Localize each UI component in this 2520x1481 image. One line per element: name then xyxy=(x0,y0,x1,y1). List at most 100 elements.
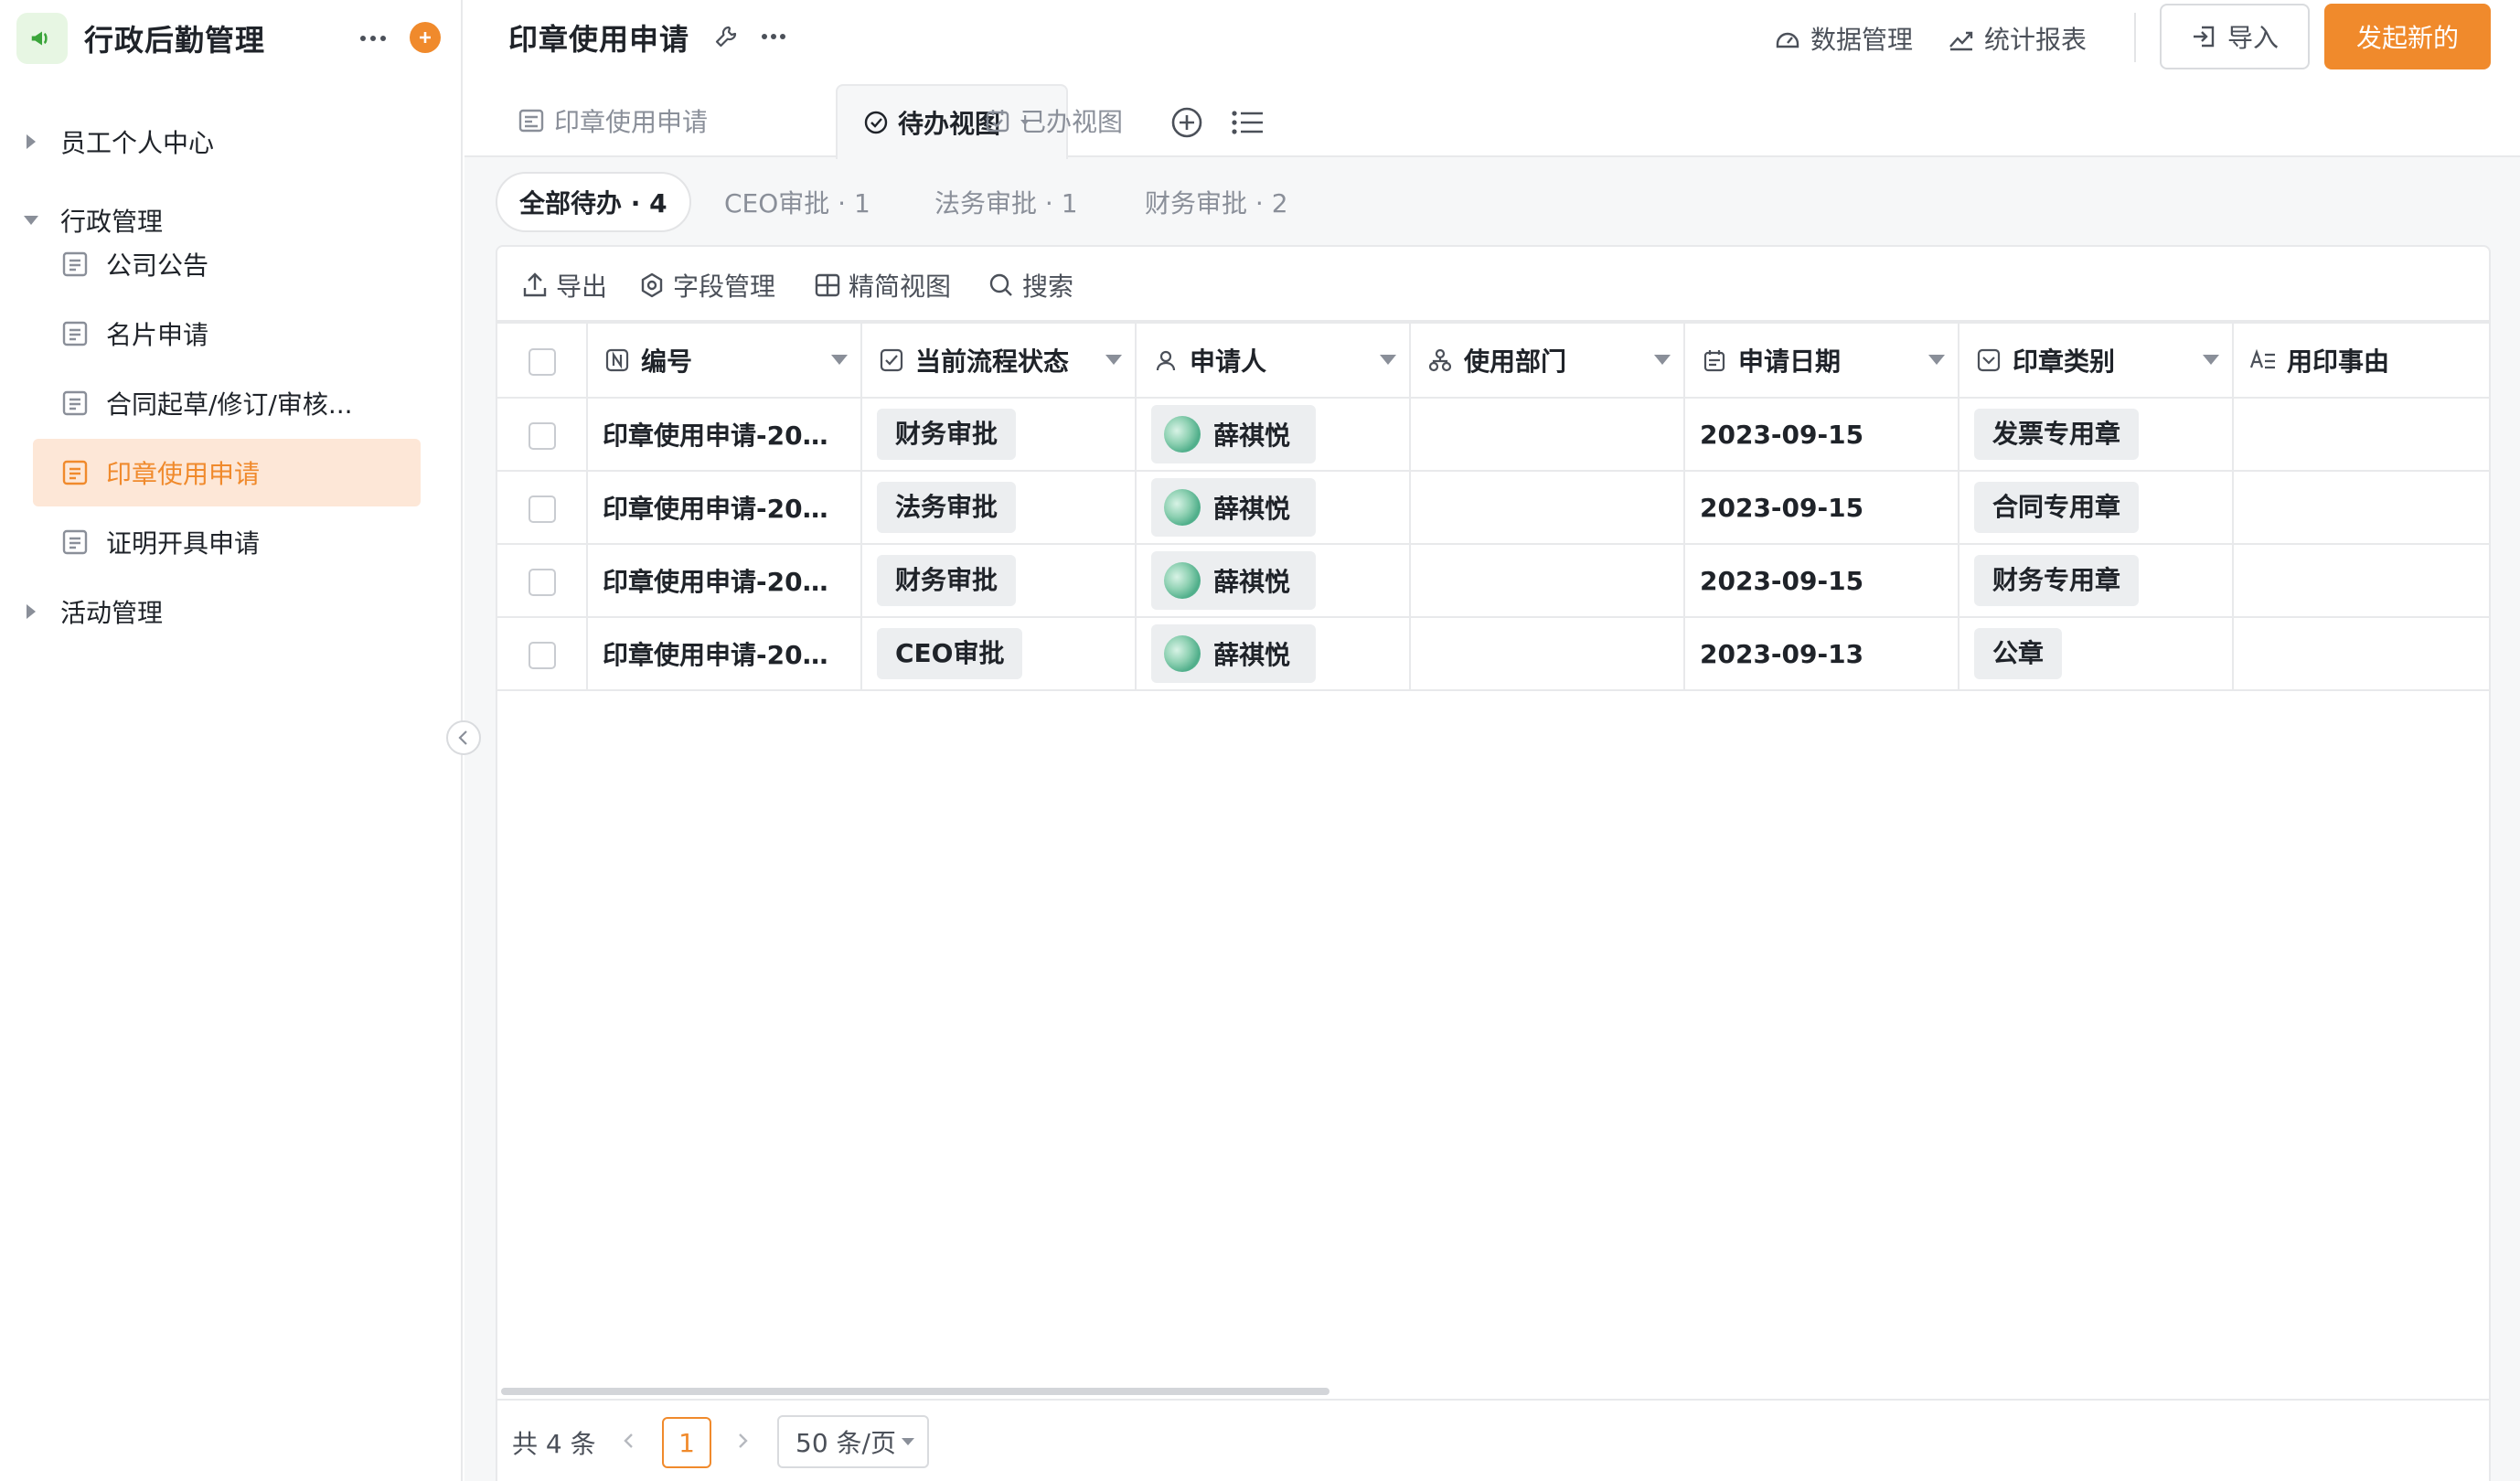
tab-label: 印章使用申请 xyxy=(554,107,709,137)
avatar xyxy=(1164,489,1201,526)
table-row[interactable]: 印章使用申请-202... 财务审批 薛祺悦 2023-09-15 发票专用章 xyxy=(497,398,2489,472)
cell-date[interactable]: 2023-09-13 xyxy=(1684,617,1959,691)
more-icon[interactable] xyxy=(755,18,792,55)
next-page-icon[interactable] xyxy=(728,1426,757,1455)
text-icon xyxy=(2248,346,2278,375)
sidebar-item-contract[interactable]: 合同起草/修订/审核... xyxy=(33,369,421,437)
tab-form-view[interactable]: 印章使用申请 xyxy=(518,84,708,157)
check-circle-icon xyxy=(864,111,888,134)
view-list-icon[interactable] xyxy=(1227,102,1267,143)
cell-date[interactable]: 2023-09-15 xyxy=(1684,398,1959,472)
sidebar-item-seal-request[interactable]: 印章使用申请 xyxy=(33,439,421,506)
cell-date[interactable]: 2023-09-15 xyxy=(1684,544,1959,618)
column-header-id[interactable]: 编号 xyxy=(587,322,862,399)
status-badge: CEO审批 xyxy=(877,628,1023,679)
table-row[interactable]: 印章使用申请-202... 财务审批 薛祺悦 2023-09-15 财务专用章 xyxy=(497,544,2489,618)
column-header-dept[interactable]: 使用部门 xyxy=(1410,322,1685,399)
caret-down-icon xyxy=(901,1438,914,1445)
column-header-applicant[interactable]: 申请人 xyxy=(1136,322,1411,399)
export-button[interactable]: 导出 xyxy=(521,265,607,305)
sidebar-item-label: 合同起草/修订/审核... xyxy=(106,389,353,420)
sidebar-item-label: 公司公告 xyxy=(106,250,209,281)
column-header-reason[interactable]: 用印事由 xyxy=(2233,322,2489,399)
avatar xyxy=(1164,562,1201,599)
column-header-date[interactable]: 申请日期 xyxy=(1684,322,1959,399)
prev-page-icon[interactable] xyxy=(614,1426,644,1455)
data-manage-link[interactable]: 数据管理 xyxy=(1774,18,1913,59)
cell-reason[interactable] xyxy=(2233,544,2489,618)
cell-reason[interactable] xyxy=(2233,398,2489,472)
sidebar-item-business-card[interactable]: 名片申请 xyxy=(33,300,421,368)
sidebar-item-certificate[interactable]: 证明开具申请 xyxy=(33,508,421,576)
seal-type-badge: 合同专用章 xyxy=(1974,482,2140,533)
cell-dept[interactable] xyxy=(1410,544,1685,618)
cell-id[interactable]: 印章使用申请-202... xyxy=(587,398,862,472)
document-icon xyxy=(60,389,90,418)
export-label: 导出 xyxy=(556,272,608,302)
field-manage-button[interactable]: 字段管理 xyxy=(638,265,775,305)
cell-date[interactable]: 2023-09-15 xyxy=(1684,471,1959,545)
total-count: 共 4 条 xyxy=(512,1429,596,1459)
search-button[interactable]: 搜索 xyxy=(988,265,1073,305)
cell-dept[interactable] xyxy=(1410,398,1685,472)
sidebar-item-announcement[interactable]: 公司公告 xyxy=(33,230,421,298)
column-header-seal-type[interactable]: 印章类别 xyxy=(1959,322,2234,399)
new-request-button[interactable]: 发起新的 xyxy=(2324,4,2491,69)
search-icon xyxy=(989,273,1012,296)
cell-applicant: 薛祺悦 xyxy=(1136,617,1411,691)
grid-icon xyxy=(815,273,840,297)
row-checkbox[interactable] xyxy=(528,421,556,450)
row-checkbox[interactable] xyxy=(528,495,556,523)
sort-caret-icon[interactable] xyxy=(2203,355,2219,365)
select-all-checkbox[interactable] xyxy=(528,347,556,376)
row-checkbox[interactable] xyxy=(528,568,556,596)
more-icon[interactable] xyxy=(353,18,393,59)
cell-reason[interactable] xyxy=(2233,471,2489,545)
cell-id[interactable]: 印章使用申请-202... xyxy=(587,617,862,691)
column-label: 申请日期 xyxy=(1738,346,1842,377)
page-size-select[interactable]: 50 条/页 xyxy=(777,1415,929,1468)
row-checkbox[interactable] xyxy=(528,641,556,669)
sort-caret-icon[interactable] xyxy=(831,355,848,365)
cell-id[interactable]: 印章使用申请-202... xyxy=(587,471,862,545)
filter-ceo-approval[interactable]: CEO审批 · 1 xyxy=(724,172,870,232)
compact-view-button[interactable]: 精简视图 xyxy=(814,265,951,305)
user-tag[interactable]: 薛祺悦 xyxy=(1151,551,1317,610)
form-icon xyxy=(518,109,544,133)
filter-all-todo[interactable]: 全部待办 · 4 xyxy=(496,172,691,232)
cell-dept[interactable] xyxy=(1410,617,1685,691)
wrench-icon[interactable] xyxy=(708,18,744,55)
trend-chart-icon xyxy=(1949,31,1973,51)
user-tag[interactable]: 薛祺悦 xyxy=(1151,478,1317,537)
filter-finance-approval[interactable]: 财务审批 · 2 xyxy=(1145,172,1288,232)
filter-legal-approval[interactable]: 法务审批 · 1 xyxy=(934,172,1078,232)
sort-caret-icon[interactable] xyxy=(1380,355,1396,365)
cell-status: 财务审批 xyxy=(861,544,1137,618)
user-tag[interactable]: 薛祺悦 xyxy=(1151,405,1317,463)
report-link[interactable]: 统计报表 xyxy=(1948,18,2087,59)
page-number-button[interactable]: 1 xyxy=(662,1417,711,1468)
sidebar-group-events[interactable]: 活动管理 xyxy=(16,578,446,645)
sort-caret-icon[interactable] xyxy=(1654,355,1671,365)
sort-caret-icon[interactable] xyxy=(1105,355,1122,365)
cell-dept[interactable] xyxy=(1410,471,1685,545)
import-button[interactable]: 导入 xyxy=(2160,4,2310,69)
table-row[interactable]: 印章使用申请-202... CEO审批 薛祺悦 2023-09-13 公章 xyxy=(497,617,2489,691)
collapse-sidebar-button[interactable] xyxy=(446,720,481,755)
horizontal-scrollbar[interactable] xyxy=(501,1388,1329,1395)
import-label: 导入 xyxy=(2226,23,2279,53)
add-view-icon[interactable] xyxy=(1167,102,1207,143)
sort-caret-icon[interactable] xyxy=(1928,355,1945,365)
add-icon[interactable] xyxy=(410,22,441,53)
user-name: 薛祺悦 xyxy=(1213,640,1291,670)
tab-done-view[interactable]: 已办视图 xyxy=(984,84,1123,157)
user-tag[interactable]: 薛祺悦 xyxy=(1151,624,1317,683)
sidebar-group-employee[interactable]: 员工个人中心 xyxy=(16,108,446,176)
column-header-status[interactable]: 当前流程状态 xyxy=(861,322,1137,399)
cell-id[interactable]: 印章使用申请-202... xyxy=(587,544,862,618)
cell-reason[interactable] xyxy=(2233,617,2489,691)
table-row[interactable]: 印章使用申请-202... 法务审批 薛祺悦 2023-09-15 合同专用章 xyxy=(497,471,2489,545)
number-icon xyxy=(603,346,632,375)
status-badge: 法务审批 xyxy=(877,482,1017,533)
cell-seal-type: 公章 xyxy=(1959,617,2234,691)
